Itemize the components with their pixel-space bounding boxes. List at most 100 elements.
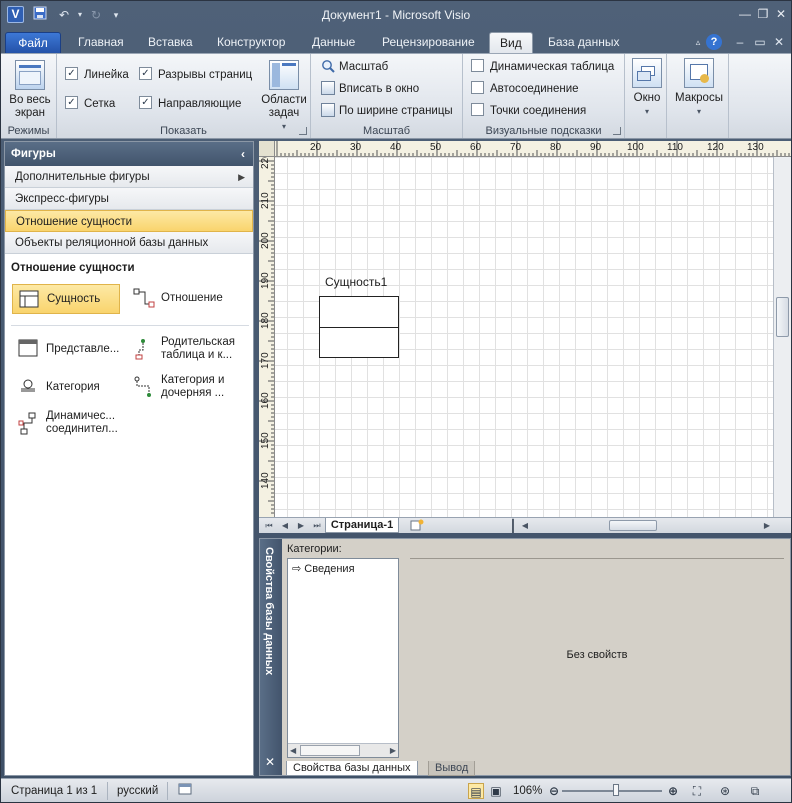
zoom-out-icon[interactable]: ⊖: [546, 783, 562, 799]
next-page-icon[interactable]: ▶: [295, 519, 307, 533]
dynamic-grid-checkbox[interactable]: Динамическая таблица: [471, 59, 614, 75]
scroll-left-small-icon[interactable]: ◀: [290, 744, 296, 757]
shapes-title: Фигуры: [11, 148, 56, 160]
tab-design[interactable]: Конструктор: [207, 32, 295, 53]
pan-zoom-icon[interactable]: ⊛: [717, 783, 733, 799]
master-view[interactable]: Представле...: [12, 334, 124, 366]
task-panes-label: Области задач: [261, 94, 307, 119]
tab-data[interactable]: Данные: [302, 32, 365, 53]
stencil-entity-relationship[interactable]: Отношение сущности: [5, 210, 253, 232]
stencil-more-shapes[interactable]: Дополнительные фигуры ▶: [5, 166, 253, 188]
macros-button[interactable]: Макросы ▾: [671, 58, 727, 118]
group-visual-aids: Динамическая таблица Автосоединение Точк…: [463, 54, 625, 138]
doc-close-icon[interactable]: ✕: [770, 33, 788, 51]
autoconnect-checkbox[interactable]: Автосоединение: [471, 81, 579, 97]
page-width-button[interactable]: По ширине страницы: [321, 102, 453, 119]
master-category[interactable]: Категория: [12, 372, 124, 404]
fit-page-icon[interactable]: ⛶: [689, 783, 705, 799]
category-item-info[interactable]: ⇨ Сведения: [292, 562, 355, 575]
ribbon-tabs: Файл Главная Вставка Конструктор Данные …: [1, 29, 791, 53]
window-button[interactable]: Окно ▾: [629, 58, 665, 118]
task-panes-button[interactable]: Области задач ▾: [257, 60, 311, 133]
stencil-db-objects[interactable]: Объекты реляционной базы данных: [5, 232, 253, 254]
macro-record-icon[interactable]: [177, 783, 193, 799]
vertical-scroll-thumb[interactable]: [776, 297, 789, 337]
categories-list[interactable]: ⇨ Сведения ◀ ▶: [287, 558, 399, 758]
show-launcher-icon[interactable]: [299, 127, 307, 135]
doc-minimize-icon[interactable]: –: [731, 33, 749, 51]
tab-output[interactable]: Вывод: [428, 761, 476, 776]
presentation-view-icon[interactable]: ▣: [488, 783, 504, 799]
minimize-ribbon-icon[interactable]: ▵: [689, 33, 707, 51]
connection-points-checkbox[interactable]: Точки соединения: [471, 103, 586, 119]
vertical-scrollbar[interactable]: [773, 157, 791, 517]
tab-view[interactable]: Вид: [489, 32, 533, 53]
ruler-vertical[interactable]: 220 210 200 190 180 170 160 150 140: [259, 157, 275, 517]
categories-scroll-thumb[interactable]: [300, 745, 360, 756]
visual-aids-launcher-icon[interactable]: [613, 127, 621, 135]
stencil-db-objects-label: Объекты реляционной базы данных: [15, 237, 209, 249]
page-breaks-checkbox[interactable]: ✓ Разрывы страниц: [139, 67, 252, 83]
language-status[interactable]: русский: [117, 783, 158, 799]
guides-checkbox[interactable]: ✓ Направляющие: [139, 96, 241, 112]
ruler-vertical-ticks: [259, 160, 274, 514]
collapse-pane-icon[interactable]: ‹: [241, 142, 245, 166]
tab-db-properties[interactable]: Свойства базы данных: [286, 761, 418, 776]
scroll-left-icon[interactable]: ◀: [519, 519, 531, 533]
first-page-icon[interactable]: ⏮: [263, 519, 275, 533]
master-dynamic-connector[interactable]: Динамичес... соединител...: [12, 408, 134, 440]
tab-insert[interactable]: Вставка: [138, 32, 203, 53]
page-tab-1[interactable]: Страница-1: [325, 518, 399, 533]
autoconnect-check-icon: [471, 81, 484, 95]
stencil-more-shapes-label: Дополнительные фигуры: [15, 171, 150, 183]
drawing-canvas[interactable]: Сущность1: [275, 157, 773, 517]
master-relationship[interactable]: Отношение: [127, 284, 247, 314]
page-number-status[interactable]: Страница 1 из 1: [11, 783, 97, 799]
props-close-icon[interactable]: ✕: [265, 755, 275, 769]
zoom-slider-thumb[interactable]: [613, 784, 619, 796]
restore-icon[interactable]: ❐: [753, 5, 773, 23]
categories-hscrollbar[interactable]: ◀ ▶: [288, 743, 398, 757]
grid-checkbox[interactable]: ✓ Сетка: [65, 96, 115, 112]
doc-restore-icon[interactable]: ▭: [751, 33, 769, 51]
entity-shape[interactable]: [319, 296, 399, 358]
master-category-child-label-2: дочерняя ...: [161, 387, 225, 399]
scroll-right-icon[interactable]: ▶: [761, 519, 773, 533]
zoom-button[interactable]: Масштаб: [321, 59, 388, 75]
minimize-icon[interactable]: —: [735, 5, 755, 23]
fit-to-window-button[interactable]: Вписать в окно: [321, 80, 419, 97]
prev-page-icon[interactable]: ◀: [279, 519, 291, 533]
stencil-quick-shapes[interactable]: Экспресс-фигуры: [5, 188, 253, 210]
switch-windows-icon[interactable]: ⧉: [747, 783, 763, 799]
insert-page-icon[interactable]: [409, 519, 425, 533]
macros-dropdown-icon: ▾: [696, 107, 701, 116]
ruler-corner[interactable]: [259, 141, 275, 157]
master-entity[interactable]: Сущность: [12, 284, 120, 314]
master-category-child[interactable]: Категория и дочерняя ...: [127, 372, 247, 404]
horizontal-scroll-thumb[interactable]: [609, 520, 657, 531]
close-icon[interactable]: ✕: [771, 5, 791, 23]
ruler-top-label: 130: [747, 142, 764, 153]
scroll-right-small-icon[interactable]: ▶: [390, 744, 396, 757]
ruler-left-label: 200: [260, 232, 271, 249]
fullscreen-button[interactable]: Во весь экран: [4, 60, 56, 120]
entity-icon: [19, 289, 39, 309]
tab-file[interactable]: Файл: [5, 32, 61, 53]
status-separator: [107, 782, 108, 800]
ruler-checkbox[interactable]: ✓ Линейка: [65, 67, 129, 83]
help-icon[interactable]: ?: [706, 34, 722, 50]
macros-label: Макросы: [675, 92, 723, 104]
zoom-slider-track[interactable]: [562, 790, 662, 792]
tab-split-handle[interactable]: ┃: [507, 519, 519, 533]
tab-database[interactable]: База данных: [538, 32, 629, 53]
tab-review[interactable]: Рецензирование: [372, 32, 485, 53]
normal-view-icon[interactable]: ▤: [468, 783, 484, 799]
ruler-horizontal[interactable]: 20 30 40 50 60 70 80 90 100 110 120 130: [275, 141, 791, 157]
master-relationship-label: Отношение: [161, 292, 223, 304]
ruler-top-label: 110: [667, 142, 683, 153]
master-parent-table[interactable]: Родительская таблица и к...: [127, 334, 247, 366]
last-page-icon[interactable]: ⏭: [311, 519, 323, 533]
zoom-in-icon[interactable]: ⊕: [665, 783, 681, 799]
zoom-level-status[interactable]: 106%: [513, 783, 542, 799]
tab-home[interactable]: Главная: [68, 32, 134, 53]
